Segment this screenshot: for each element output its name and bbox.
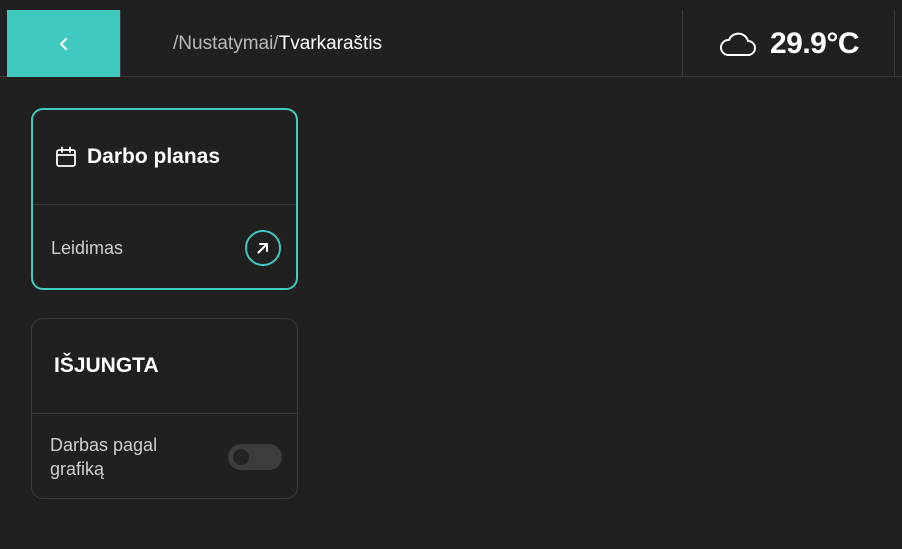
schedule-card-header: Darbo planas [33,110,296,205]
toggle-knob [233,448,249,465]
schedule-card-title: Darbo planas [87,145,221,168]
breadcrumb-current: Tvarkaraštis [278,32,383,54]
permission-label: Leidimas [51,237,124,258]
arrow-up-right-icon [257,242,268,253]
chevron-left-icon [59,37,67,50]
breadcrumb-parent[interactable]: /Nustatymai/ [173,33,279,55]
schedule-mode-toggle[interactable] [228,443,282,470]
status-card-footer: Darbas pagal grafiką [32,414,297,499]
schedule-mode-label: Darbas pagal grafiką [50,434,158,479]
top-bar: /Nustatymai/Tvarkaraštis 29.9°C [0,0,902,77]
weather-widget: 29.9°C [682,10,895,77]
status-card-header: IŠJUNGTA [32,319,297,414]
breadcrumb: /Nustatymai/Tvarkaraštis [120,10,680,77]
calendar-icon [56,146,76,167]
back-button[interactable] [7,10,120,77]
status-card: IŠJUNGTA Darbas pagal grafiką [31,318,298,499]
schedule-card[interactable]: Darbo planas Leidimas [31,108,298,290]
status-title: IŠJUNGTA [54,354,159,377]
schedule-card-footer: Leidimas [33,205,296,290]
cloud-icon [719,32,756,56]
temperature-value: 29.9°C [769,26,860,60]
open-schedule-button[interactable] [245,229,281,266]
schedule-screen: /Nustatymai/Tvarkaraštis 29.9°C Darbo pl… [0,0,902,549]
